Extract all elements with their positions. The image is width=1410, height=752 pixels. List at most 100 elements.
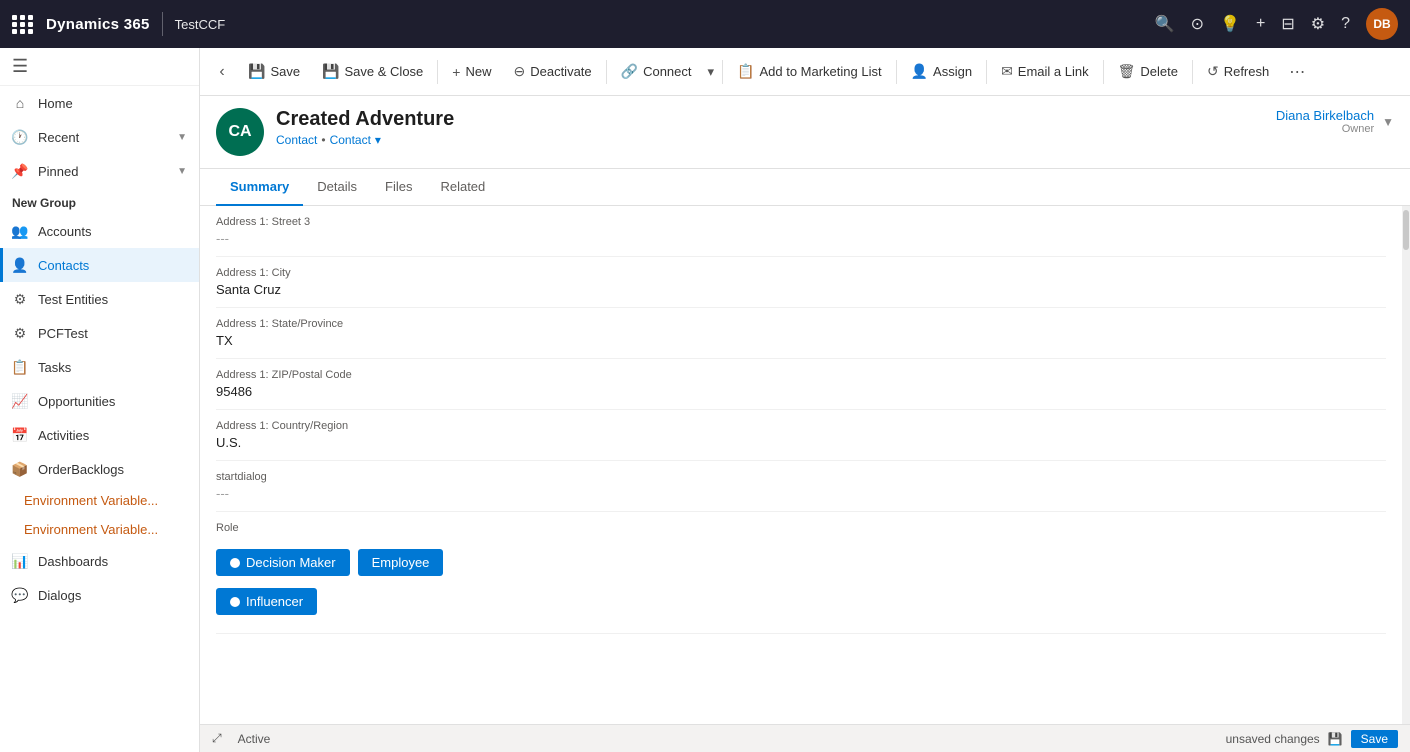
sidebar-top: ☰ — [0, 48, 199, 86]
hamburger-icon[interactable]: ☰ — [12, 56, 28, 77]
recent-chevron: ▼ — [177, 132, 187, 143]
role-btn-decision-maker[interactable]: Decision Maker — [216, 549, 350, 576]
settings-icon[interactable]: ⊙ — [1191, 14, 1204, 34]
cmd-divider-5 — [986, 60, 987, 84]
sidebar-item-tasks[interactable]: 📋 Tasks — [0, 350, 199, 384]
main-layout: ☰ ⌂ Home 🕐 Recent ▼ 📌 Pinned ▼ New Group… — [0, 48, 1410, 752]
owner-name[interactable]: Diana Birkelbach — [1276, 108, 1374, 123]
field-value-city[interactable]: Santa Cruz — [216, 282, 1386, 297]
assign-button[interactable]: 👤 Assign — [901, 57, 982, 86]
field-value-state[interactable]: TX — [216, 333, 1386, 348]
tab-details[interactable]: Details — [303, 169, 371, 206]
status-bar: ⤢ Active unsaved changes 💾 Save — [200, 724, 1410, 752]
sidebar-env-var-2[interactable]: Environment Variable... — [0, 515, 199, 544]
field-label-city: Address 1: City — [216, 267, 1386, 279]
add-icon[interactable]: + — [1256, 15, 1265, 33]
sidebar-item-dialogs[interactable]: 💬 Dialogs — [0, 578, 199, 612]
sidebar-item-accounts[interactable]: 👥 Accounts — [0, 214, 199, 248]
sidebar-item-activities[interactable]: 📅 Activities — [0, 418, 199, 452]
cmd-divider-7 — [1192, 60, 1193, 84]
sidebar-item-opportunities[interactable]: 📈 Opportunities — [0, 384, 199, 418]
sidebar-opportunities-label: Opportunities — [38, 394, 115, 409]
new-icon: + — [452, 64, 460, 80]
form-main: Address 1: Street 3 --- Address 1: City … — [200, 206, 1402, 724]
field-value-country[interactable]: U.S. — [216, 435, 1386, 450]
refresh-icon: ↺ — [1207, 63, 1219, 80]
record-type-link[interactable]: Contact — [276, 133, 317, 147]
status-active: Active — [238, 732, 271, 746]
content-area: ‹ 💾 Save 💾 Save & Close + New ⊖ Deactiva… — [200, 48, 1410, 752]
activities-icon: 📅 — [12, 427, 28, 443]
role-btn-influencer[interactable]: Influencer — [216, 588, 317, 615]
sidebar-item-pcftest[interactable]: ⚙ PCFTest — [0, 316, 199, 350]
field-address1-country: Address 1: Country/Region U.S. — [216, 410, 1386, 461]
sidebar-item-home[interactable]: ⌂ Home — [0, 86, 199, 120]
save-close-button[interactable]: 💾 Save & Close — [312, 57, 433, 86]
record-header: CA Created Adventure Contact • Contact ▾… — [200, 96, 1410, 169]
field-value-startdialog[interactable]: --- — [216, 486, 1386, 501]
top-nav-right: 🔍 ⊙ 💡 + ⊟ ⚙ ? DB — [1155, 8, 1398, 40]
back-button[interactable]: ‹ — [208, 58, 236, 86]
email-icon: ✉ — [1001, 63, 1013, 80]
decision-maker-label: Decision Maker — [246, 555, 336, 570]
grid-menu-icon[interactable] — [12, 15, 34, 34]
tab-summary[interactable]: Summary — [216, 169, 303, 206]
sidebar: ☰ ⌂ Home 🕐 Recent ▼ 📌 Pinned ▼ New Group… — [0, 48, 200, 752]
sidebar-tasks-label: Tasks — [38, 360, 71, 375]
dashboards-icon: 📊 — [12, 553, 28, 569]
home-icon: ⌂ — [12, 95, 28, 111]
tab-related[interactable]: Related — [426, 169, 499, 206]
more-commands-button[interactable]: ⋯ — [1281, 56, 1313, 88]
decision-maker-dot — [230, 558, 240, 568]
sidebar-item-contacts[interactable]: 👤 Contacts — [0, 248, 199, 282]
delete-label: Delete — [1140, 64, 1178, 79]
expand-icon[interactable]: ⤢ — [212, 731, 222, 746]
save-icon-status: 💾 — [1328, 732, 1343, 746]
refresh-button[interactable]: ↺ Refresh — [1197, 57, 1279, 86]
connect-button[interactable]: 🔗 Connect — [611, 57, 702, 86]
status-save-button[interactable]: Save — [1351, 730, 1398, 748]
owner-chevron[interactable]: ▼ — [1382, 115, 1394, 129]
influencer-label: Influencer — [246, 594, 303, 609]
record-entity-link[interactable]: Contact — [330, 133, 371, 147]
contacts-icon: 👤 — [12, 257, 28, 273]
deactivate-button[interactable]: ⊖ Deactivate — [503, 57, 601, 86]
role-btn-employee[interactable]: Employee — [358, 549, 444, 576]
record-entity-chevron[interactable]: ▾ — [375, 133, 381, 147]
new-button[interactable]: + New — [442, 58, 501, 86]
field-value-street3[interactable]: --- — [216, 231, 1386, 246]
field-value-zip[interactable]: 95486 — [216, 384, 1386, 399]
help-icon[interactable]: ? — [1341, 15, 1350, 33]
tabs-bar: Summary Details Files Related — [200, 169, 1410, 206]
employee-label: Employee — [372, 555, 430, 570]
connect-dropdown[interactable]: ▾ — [704, 58, 719, 86]
add-to-marketing-button[interactable]: 📋 Add to Marketing List — [727, 57, 892, 86]
search-icon[interactable]: 🔍 — [1155, 14, 1175, 34]
tab-files[interactable]: Files — [371, 169, 426, 206]
sidebar-accounts-label: Accounts — [38, 224, 91, 239]
user-avatar[interactable]: DB — [1366, 8, 1398, 40]
sidebar-dashboards-label: Dashboards — [38, 554, 108, 569]
sidebar-item-dashboards[interactable]: 📊 Dashboards — [0, 544, 199, 578]
delete-icon: 🗑 — [1118, 63, 1136, 80]
sidebar-test-entities-label: Test Entities — [38, 292, 108, 307]
sidebar-item-orderbacklogs[interactable]: 📦 OrderBacklogs — [0, 452, 199, 486]
sidebar-item-pinned[interactable]: 📌 Pinned ▼ — [0, 154, 199, 188]
field-address1-state: Address 1: State/Province TX — [216, 308, 1386, 359]
right-scrollbar[interactable] — [1402, 206, 1410, 724]
save-button[interactable]: 💾 Save — [238, 57, 310, 86]
sidebar-item-test-entities[interactable]: ⚙ Test Entities — [0, 282, 199, 316]
filter-icon[interactable]: ⊟ — [1281, 14, 1294, 34]
sidebar-item-recent[interactable]: 🕐 Recent ▼ — [0, 120, 199, 154]
sidebar-env-var-1[interactable]: Environment Variable... — [0, 486, 199, 515]
pinned-icon: 📌 — [12, 163, 28, 179]
gear-icon[interactable]: ⚙ — [1311, 14, 1325, 34]
delete-button[interactable]: 🗑 Delete — [1108, 57, 1188, 86]
sidebar-home-label: Home — [38, 96, 73, 111]
email-link-button[interactable]: ✉ Email a Link — [991, 57, 1099, 86]
sidebar-pcftest-label: PCFTest — [38, 326, 88, 341]
lightbulb-icon[interactable]: 💡 — [1220, 14, 1240, 34]
assign-label: Assign — [933, 64, 972, 79]
recent-icon: 🕐 — [12, 129, 28, 145]
marketing-icon: 📋 — [737, 63, 754, 80]
